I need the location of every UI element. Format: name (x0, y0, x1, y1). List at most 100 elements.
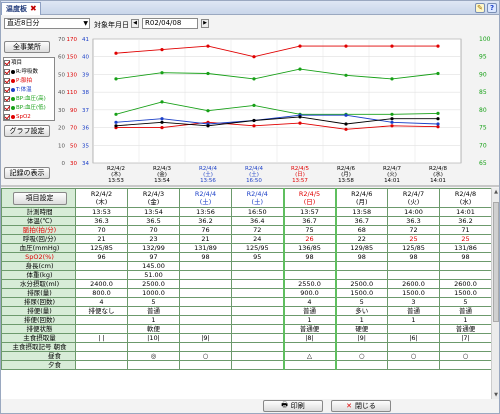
date-header-cell[interactable]: R2/4/7 (火) (387, 188, 440, 208)
legend-item[interactable]: BP:血圧(高) (4, 95, 56, 103)
grid-cell[interactable]: 普通 (387, 306, 440, 316)
grid-cell[interactable] (387, 270, 440, 280)
grid-cell[interactable] (231, 333, 284, 343)
grid-cell[interactable]: 普通便 (439, 324, 491, 334)
date-header-cell[interactable]: R2/4/8 (水) (439, 188, 491, 208)
close-button[interactable]: ✕ 閉じる (331, 400, 391, 412)
grid-cell[interactable]: 軟便 (127, 324, 180, 334)
grid-cell[interactable]: 125/85 (75, 243, 128, 253)
grid-cell[interactable] (75, 324, 128, 334)
grid-cell[interactable]: 36.4 (231, 216, 284, 226)
help-icon[interactable]: ? (487, 3, 497, 13)
grid-cell[interactable]: 98 (439, 252, 491, 262)
grid-cell[interactable]: |9| (179, 333, 232, 343)
grid-cell[interactable] (231, 297, 284, 307)
grid-cell[interactable] (179, 360, 232, 370)
grid-cell[interactable]: 68 (335, 225, 388, 235)
legend-checkbox[interactable] (4, 105, 10, 111)
grid-cell[interactable]: 多い (335, 306, 388, 316)
grid-cell[interactable]: 3 (387, 297, 440, 307)
grid-cell[interactable]: 36.3 (75, 216, 128, 226)
grid-cell[interactable]: 36.7 (335, 216, 388, 226)
grid-cell[interactable]: |7| (439, 333, 491, 343)
grid-cell[interactable]: ◎ (127, 351, 180, 361)
grid-cell[interactable] (179, 306, 232, 316)
grid-cell[interactable]: 22 (335, 234, 388, 244)
grid-cell[interactable]: ○ (179, 351, 232, 361)
grid-cell[interactable]: 2600.0 (387, 279, 440, 289)
grid-cell[interactable]: 13:56 (179, 207, 232, 217)
grid-cell[interactable] (75, 342, 128, 352)
grid-cell[interactable] (231, 324, 284, 334)
grid-cell[interactable]: 24 (231, 234, 284, 244)
note-icon[interactable]: ✎ (475, 3, 485, 13)
grid-cell[interactable] (231, 360, 284, 370)
grid-cell[interactable]: 131/89 (179, 243, 232, 253)
grid-cell[interactable]: 23 (127, 234, 180, 244)
grid-cell[interactable]: 125/85 (387, 243, 440, 253)
grid-cell[interactable]: ○ (335, 351, 388, 361)
record-display-button[interactable]: 記録の表示 (4, 167, 50, 179)
legend-checkbox[interactable] (4, 114, 10, 120)
grid-cell[interactable]: 1 (127, 315, 180, 325)
grid-cell[interactable]: 16:50 (231, 207, 284, 217)
grid-cell[interactable] (439, 360, 491, 370)
grid-cell[interactable]: | | (75, 333, 128, 343)
grid-cell[interactable]: 1 (439, 315, 491, 325)
date-header-cell[interactable]: R2/4/3 (金) (127, 188, 180, 208)
scroll-down-icon[interactable]: ▼ (492, 391, 499, 399)
grid-cell[interactable]: 1500.0 (439, 288, 491, 298)
grid-cell[interactable] (75, 351, 128, 361)
grid-cell[interactable]: 排便なし (75, 306, 128, 316)
date-header-cell[interactable]: R2/4/4 (土) (179, 188, 232, 208)
grid-cell[interactable]: 5 (127, 297, 180, 307)
grid-cell[interactable]: 4 (282, 297, 337, 307)
grid-cell[interactable] (439, 270, 491, 280)
grid-cell[interactable]: 2600.0 (439, 279, 491, 289)
grid-cell[interactable] (231, 351, 284, 361)
grid-cell[interactable] (75, 360, 128, 370)
scroll-thumb[interactable] (493, 202, 499, 322)
grid-cell[interactable]: 21 (179, 234, 232, 244)
grid-cell[interactable]: 131/86 (439, 243, 491, 253)
grid-cell[interactable] (75, 315, 128, 325)
grid-cell[interactable]: 72 (387, 225, 440, 235)
graph-settings-button[interactable]: グラフ設定 (4, 125, 50, 137)
legend-checkbox[interactable] (4, 78, 10, 84)
grid-cell[interactable] (231, 279, 284, 289)
grid-cell[interactable] (179, 342, 232, 352)
grid-cell[interactable]: △ (282, 351, 337, 361)
grid-cell[interactable]: 1 (282, 315, 337, 325)
grid-cell[interactable]: 1 (387, 315, 440, 325)
grid-cell[interactable]: 129/85 (335, 243, 388, 253)
legend-item[interactable]: T:体温 (4, 86, 56, 94)
grid-cell[interactable] (439, 342, 491, 352)
grid-cell[interactable] (282, 360, 337, 370)
grid-cell[interactable]: 2500.0 (127, 279, 180, 289)
grid-cell[interactable]: 2550.0 (282, 279, 337, 289)
tab-close-icon[interactable]: ✖ (30, 5, 37, 13)
grid-cell[interactable]: 51.00 (127, 270, 180, 280)
grid-cell[interactable]: 75 (282, 225, 337, 235)
grid-cell[interactable]: 14:00 (387, 207, 440, 217)
grid-cell[interactable] (335, 360, 388, 370)
period-select[interactable]: 直近8日分 ▼ (4, 18, 90, 29)
grid-cell[interactable] (387, 360, 440, 370)
grid-cell[interactable] (231, 315, 284, 325)
grid-cell[interactable] (231, 288, 284, 298)
grid-cell[interactable]: 普通 (439, 306, 491, 316)
grid-cell[interactable] (179, 279, 232, 289)
grid-cell[interactable] (387, 342, 440, 352)
grid-cell[interactable]: 1000.0 (127, 288, 180, 298)
grid-cell[interactable] (179, 324, 232, 334)
grid-cell[interactable]: 98 (387, 252, 440, 262)
grid-cell[interactable]: 普通便 (282, 324, 337, 334)
grid-cell[interactable]: 36.2 (179, 216, 232, 226)
grid-cell[interactable]: 98 (179, 252, 232, 262)
grid-cell[interactable]: 71 (439, 225, 491, 235)
grid-cell[interactable]: |8| (282, 333, 337, 343)
grid-cell[interactable] (387, 324, 440, 334)
grid-cell[interactable]: 5 (335, 297, 388, 307)
grid-cell[interactable]: 97 (127, 252, 180, 262)
legend-item[interactable]: SpO2 (4, 113, 56, 121)
